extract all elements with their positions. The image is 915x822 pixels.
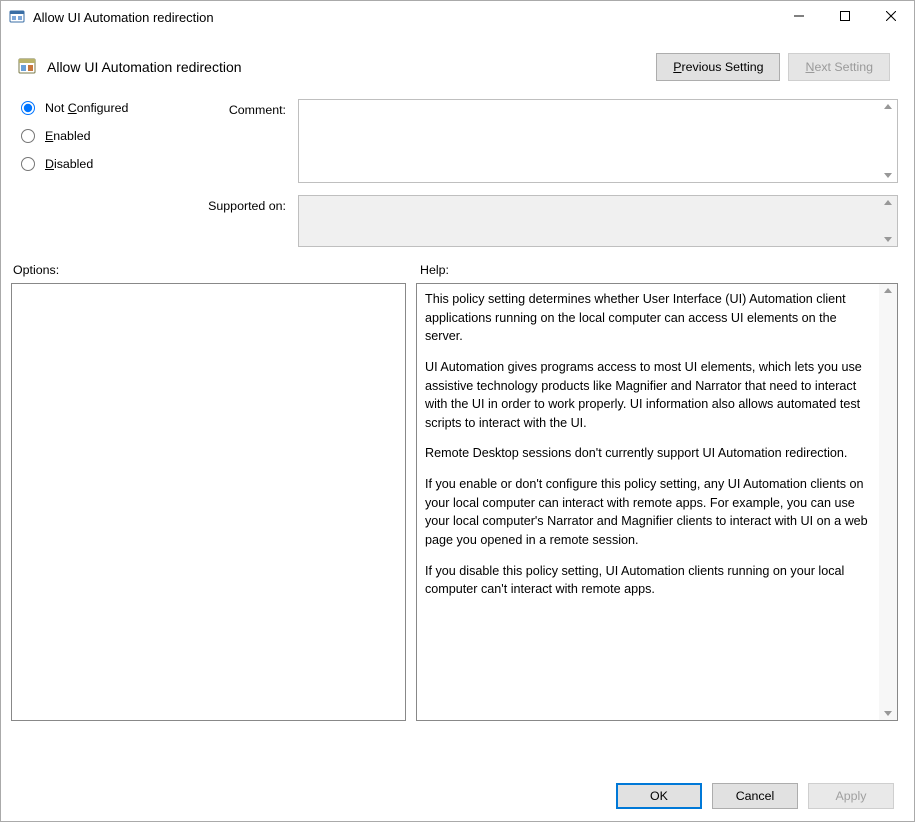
scroll-up-icon (884, 288, 892, 293)
comment-scrollbar[interactable] (879, 100, 897, 182)
supported-scrollbar[interactable] (879, 196, 897, 246)
radio-not-configured-input[interactable] (21, 101, 35, 115)
cancel-button[interactable]: Cancel (712, 783, 798, 809)
settings-grid: Not Configured Enabled Disabled Comment: (1, 99, 914, 257)
options-pane (11, 283, 406, 721)
apply-button[interactable]: Apply (808, 783, 894, 809)
scroll-down-icon (884, 173, 892, 178)
comment-label: Comment: (202, 99, 292, 117)
scroll-up-icon (884, 104, 892, 109)
help-label: Help: (416, 263, 898, 277)
lower-panes: This policy setting determines whether U… (1, 283, 914, 769)
dialog-window: Allow UI Automation redirection (0, 0, 915, 822)
comment-textarea[interactable] (299, 100, 879, 182)
help-text: This policy setting determines whether U… (417, 284, 879, 720)
scroll-up-icon (884, 200, 892, 205)
options-label: Options: (11, 263, 416, 277)
radio-not-configured[interactable]: Not Configured (21, 101, 196, 115)
minimize-button[interactable] (776, 1, 822, 31)
state-radio-group: Not Configured Enabled Disabled (21, 99, 196, 171)
help-paragraph: This policy setting determines whether U… (425, 290, 871, 346)
supported-on-box (298, 195, 898, 247)
next-setting-button[interactable]: Next Setting (788, 53, 890, 81)
close-button[interactable] (868, 1, 914, 31)
radio-enabled[interactable]: Enabled (21, 129, 196, 143)
nav-buttons: Previous Setting Next Setting (656, 53, 890, 81)
app-icon (9, 9, 25, 25)
ok-button[interactable]: OK (616, 783, 702, 809)
titlebar: Allow UI Automation redirection (1, 1, 914, 33)
help-scrollbar[interactable] (879, 284, 897, 720)
radio-disabled-input[interactable] (21, 157, 35, 171)
radio-enabled-input[interactable] (21, 129, 35, 143)
help-paragraph: If you enable or don't configure this po… (425, 475, 871, 550)
policy-title: Allow UI Automation redirection (47, 59, 656, 75)
supported-on-label: Supported on: (202, 195, 292, 213)
policy-icon (17, 57, 37, 77)
lower-headers: Options: Help: (1, 257, 914, 283)
dialog-body: Allow UI Automation redirection Previous… (1, 33, 914, 821)
help-paragraph: If you disable this policy setting, UI A… (425, 562, 871, 599)
scroll-down-icon (884, 711, 892, 716)
help-paragraph: UI Automation gives programs access to m… (425, 358, 871, 433)
scroll-down-icon (884, 237, 892, 242)
dialog-footer: OK Cancel Apply (1, 769, 914, 821)
help-paragraph: Remote Desktop sessions don't currently … (425, 444, 871, 463)
window-controls (776, 1, 914, 31)
previous-setting-button[interactable]: Previous Setting (656, 53, 780, 81)
help-pane: This policy setting determines whether U… (416, 283, 898, 721)
maximize-button[interactable] (822, 1, 868, 31)
window-title: Allow UI Automation redirection (33, 10, 214, 25)
comment-box (298, 99, 898, 183)
radio-disabled[interactable]: Disabled (21, 157, 196, 171)
header-row: Allow UI Automation redirection Previous… (1, 33, 914, 99)
supported-on-text (299, 196, 879, 246)
